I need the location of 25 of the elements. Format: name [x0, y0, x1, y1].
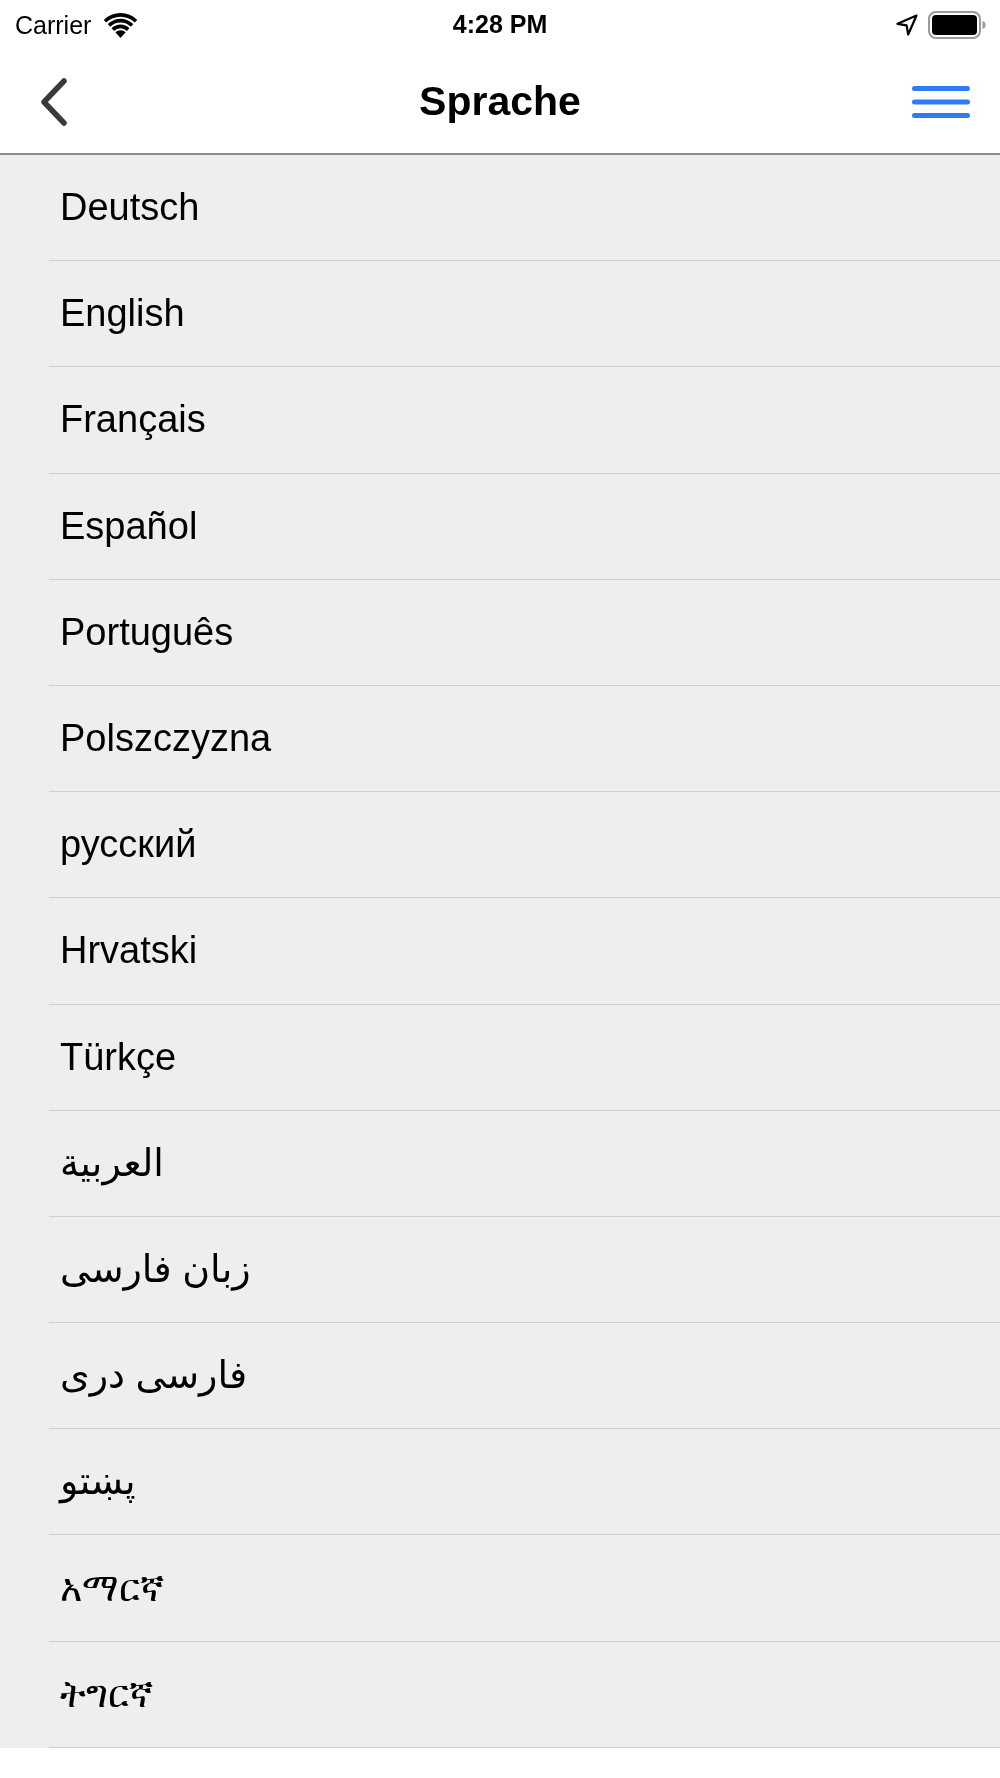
language-item[interactable]: Español [49, 473, 1000, 580]
language-item[interactable]: Português [49, 579, 1000, 686]
language-item[interactable]: Türkçe [49, 1004, 1000, 1111]
language-item[interactable]: አማርኛ [49, 1535, 1000, 1642]
language-item[interactable]: پښتو [49, 1429, 1000, 1536]
chevron-left-icon [40, 77, 68, 126]
back-button[interactable] [40, 77, 68, 126]
language-item[interactable]: زبان فارسی [49, 1216, 1000, 1324]
language-item[interactable]: ትግርኛ [49, 1641, 1000, 1748]
language-item[interactable]: العربية [49, 1110, 1000, 1217]
battery-icon [928, 11, 986, 39]
language-item[interactable]: Polszczyzna [49, 685, 1000, 793]
language-item[interactable]: English [49, 261, 1000, 368]
language-item[interactable]: Deutsch [49, 155, 1000, 262]
menu-icon [912, 85, 970, 118]
language-item[interactable]: Français [49, 367, 1000, 474]
navigation-arrow-icon [896, 14, 918, 36]
page-title: Sprache [419, 78, 581, 125]
carrier-label: Carrier [15, 12, 92, 38]
language-item[interactable]: فارسی دری [49, 1323, 1000, 1430]
time-label: 4:28 PM [452, 12, 548, 37]
language-item[interactable]: Hrvatski [49, 898, 1000, 1005]
wifi-icon [103, 12, 139, 38]
menu-button[interactable] [912, 85, 970, 118]
language-item[interactable]: русский [49, 792, 1000, 899]
